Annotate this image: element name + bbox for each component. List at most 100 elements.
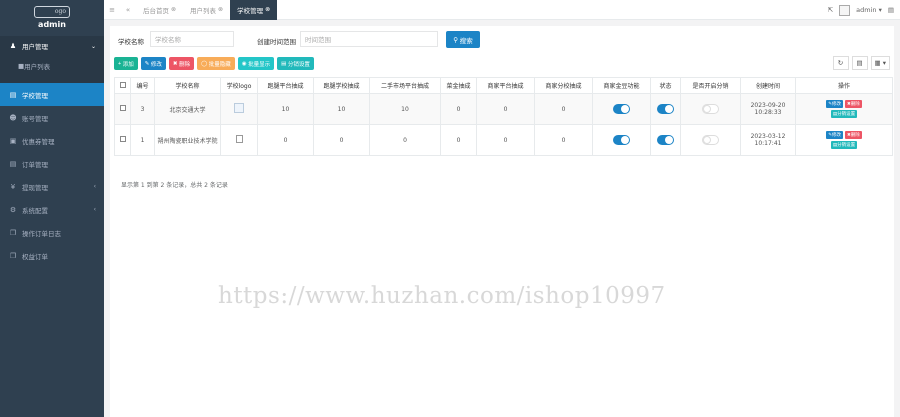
- columns-icon[interactable]: ▦ ▾: [870, 56, 890, 70]
- sidebar-item-label: 用户列表: [24, 62, 51, 71]
- delete-button[interactable]: ✖ 删除: [168, 57, 195, 70]
- search-panel: 学校名称 学校名称 创建时间范围 时间范围 ⚲ 搜索: [110, 26, 894, 54]
- batch-show-button[interactable]: ◉ 批量显示: [237, 57, 275, 70]
- column-header[interactable]: 商家金豆功能: [592, 77, 651, 94]
- search-button[interactable]: ⚲ 搜索: [446, 31, 480, 48]
- sidebar-item-system-config[interactable]: ⚙ 系统配置 ‹: [0, 198, 104, 221]
- split-settings-button[interactable]: ▤ 分销设置: [277, 57, 314, 70]
- cell-logo: [220, 124, 258, 156]
- menu-toggle-icon[interactable]: ≡: [104, 6, 120, 14]
- sidebar: ogo admin ♟ 用户管理 ⌄ ■ 用户列表 ▤ 学校管理 ☻ 账号管理 …: [0, 0, 104, 417]
- user-menu[interactable]: admin ▾: [856, 6, 882, 14]
- cell-school-name: 北京交通大学: [154, 93, 221, 125]
- column-header[interactable]: 编号: [130, 77, 155, 94]
- tab-scroll-left-icon[interactable]: «: [120, 6, 136, 14]
- status-toggle[interactable]: [657, 104, 674, 114]
- column-header[interactable]: 学校名称: [154, 77, 221, 94]
- cell-created-time: 2023-09-20 10:28:33: [740, 93, 796, 125]
- cell-actions: ✎ 修改 ✖ 删除 ▤ 分销设置: [795, 93, 893, 125]
- cell-golden-bean: [592, 124, 651, 156]
- sidebar-item-label: 用户管理: [22, 43, 48, 51]
- row-delete-button[interactable]: ✖ 删除: [845, 100, 862, 108]
- time-range-input[interactable]: 时间范围: [300, 31, 438, 47]
- add-button[interactable]: + 添加: [114, 57, 138, 70]
- sidebar-item-benefit-orders[interactable]: ❐ 权益订单: [0, 244, 104, 267]
- sidebar-item-order-management[interactable]: ▤ 订单管理: [0, 152, 104, 175]
- fullscreen-icon[interactable]: ⇱: [828, 6, 833, 14]
- refresh-icon[interactable]: ↻: [832, 56, 849, 70]
- golden-bean-toggle[interactable]: [613, 104, 630, 114]
- row-split-settings-button[interactable]: ▤ 分销设置: [830, 110, 858, 118]
- avatar[interactable]: [839, 4, 851, 16]
- close-icon[interactable]: ⊗: [265, 6, 270, 13]
- table-row[interactable]: 3 北京交通大学 10 10 10 0 0 0 2023-09-20 10:28…: [114, 93, 893, 125]
- distribution-toggle[interactable]: [702, 135, 719, 145]
- broken-image-icon[interactable]: [235, 135, 243, 143]
- sidebar-item-label: 订单管理: [22, 160, 48, 169]
- sidebar-item-coupon-management[interactable]: ▣ 优惠券管理: [0, 129, 104, 152]
- sidebar-item-school-management[interactable]: ▤ 学校管理: [0, 83, 104, 106]
- user-icon: ♟: [9, 42, 17, 50]
- cell-secondhand-platform: 0: [369, 124, 441, 156]
- row-edit-button[interactable]: ✎ 修改: [826, 131, 843, 139]
- sidebar-item-label: 系统配置: [22, 206, 48, 215]
- school-name-input[interactable]: 学校名称: [150, 31, 234, 47]
- column-header[interactable]: 菜金抽成: [440, 77, 477, 94]
- row-split-settings-button[interactable]: ▤ 分销设置: [830, 141, 858, 149]
- tab-home[interactable]: 后台首页 ⊗: [136, 0, 183, 20]
- sidebar-divider: [0, 75, 104, 83]
- users-icon: ☻: [9, 113, 17, 122]
- cell-actions: ✎ 修改 ✖ 删除 ▤ 分销设置: [795, 124, 893, 156]
- batch-hide-button[interactable]: ◯ 批量隐藏: [197, 57, 235, 70]
- column-header[interactable]: 二手市场平台抽成: [369, 77, 441, 94]
- close-icon[interactable]: ⊗: [218, 6, 223, 13]
- edit-button[interactable]: ✎ 修改: [140, 57, 166, 70]
- column-header[interactable]: 商家分校抽成: [534, 77, 593, 94]
- sidebar-item-order-log[interactable]: ❐ 操作订单日志: [0, 221, 104, 244]
- top-bar-right: ⇱ admin ▾ ▤: [828, 0, 894, 20]
- cell-merchant-platform: 0: [476, 124, 535, 156]
- row-edit-button[interactable]: ✎ 修改: [826, 100, 843, 108]
- sidebar-item-withdraw-management[interactable]: ¥ 提现管理 ‹: [0, 175, 104, 198]
- cell-status: [650, 124, 681, 156]
- sidebar-item-user-list[interactable]: ■ 用户列表: [0, 56, 104, 75]
- gear-icon: ⚙: [9, 205, 17, 214]
- select-all-cell: [114, 77, 131, 94]
- row-delete-button[interactable]: ✖ 删除: [845, 131, 862, 139]
- row-checkbox[interactable]: [119, 105, 126, 111]
- column-header[interactable]: 状态: [650, 77, 681, 94]
- close-icon[interactable]: ⊗: [171, 6, 176, 13]
- pagination-info: 显示第 1 到第 2 条记录，总共 2 条记录: [121, 182, 228, 189]
- cell-school-name: 朔州陶瓷职业技术学院: [154, 124, 221, 156]
- sidebar-item-label: 优惠券管理: [22, 137, 55, 146]
- column-header[interactable]: 跑腿平台抽成: [257, 77, 314, 94]
- column-header[interactable]: 创建时间: [740, 77, 796, 94]
- sidebar-item-user-management[interactable]: ♟ 用户管理 ⌄: [0, 36, 104, 56]
- cell-errand-platform: 10: [257, 93, 314, 125]
- column-header[interactable]: 商家平台抽成: [476, 77, 535, 94]
- cell-id: 1: [130, 124, 155, 156]
- tab-school-management[interactable]: 学校管理 ⊗: [230, 0, 278, 20]
- cell-distribution: [680, 93, 741, 125]
- row-select-cell: [114, 93, 131, 125]
- toggle-view-icon[interactable]: ▤: [851, 56, 868, 70]
- school-logo-image[interactable]: [234, 103, 244, 113]
- distribution-toggle[interactable]: [702, 104, 719, 114]
- column-header[interactable]: 跑腿学校抽成: [313, 77, 370, 94]
- cell-food-commission: 0: [440, 93, 477, 125]
- golden-bean-toggle[interactable]: [613, 135, 630, 145]
- main-content: 学校名称 学校名称 创建时间范围 时间范围 ⚲ 搜索 + 添加 ✎ 修改 ✖ 删…: [104, 20, 900, 417]
- table-row[interactable]: 1 朔州陶瓷职业技术学院 0 0 0 0 0 0 2023-03-12 10:1…: [114, 124, 893, 156]
- table-header-row: 编号 学校名称 学校logo 跑腿平台抽成 跑腿学校抽成 二手市场平台抽成 菜金…: [114, 77, 893, 94]
- cell-errand-school: 0: [313, 124, 370, 156]
- column-header[interactable]: 学校logo: [220, 77, 258, 94]
- status-toggle[interactable]: [657, 135, 674, 145]
- column-header[interactable]: 是否开启分销: [680, 77, 741, 94]
- cell-distribution: [680, 124, 741, 156]
- tab-user-list[interactable]: 用户列表 ⊗: [183, 0, 230, 20]
- doc-icon: ▤: [9, 90, 17, 99]
- select-all-checkbox[interactable]: [119, 81, 126, 88]
- sidebar-item-account-management[interactable]: ☻ 账号管理: [0, 106, 104, 129]
- panel-icon[interactable]: ▤: [888, 6, 894, 14]
- row-checkbox[interactable]: [119, 136, 126, 142]
